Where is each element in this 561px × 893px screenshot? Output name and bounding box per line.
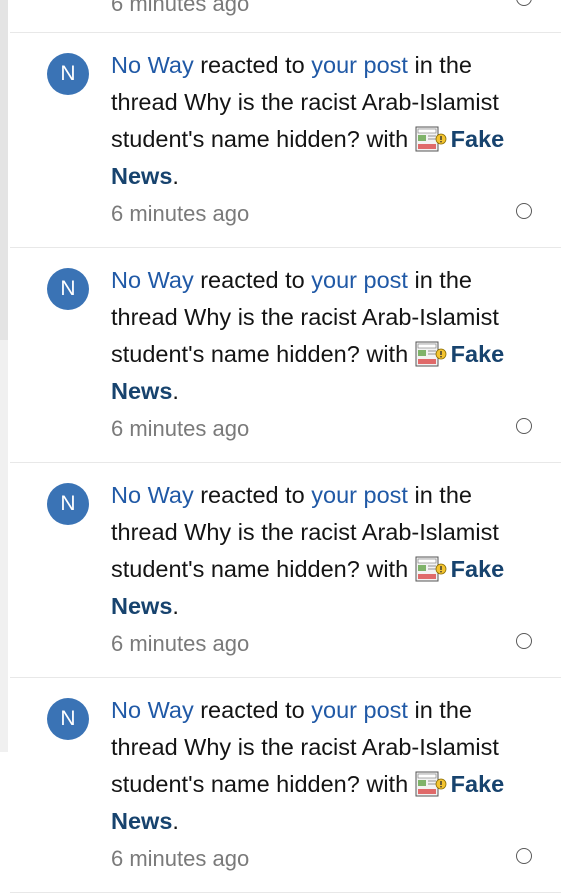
notification-item-partial[interactable]: 6 minutes ago [10,0,561,33]
fake-news-icon [415,556,447,582]
action-text: reacted to [200,697,305,723]
action-text: reacted to [200,267,305,293]
period: . [172,808,179,834]
mark-read-toggle[interactable] [516,418,532,434]
post-link[interactable]: your post [311,482,408,508]
mark-read-toggle[interactable] [516,848,532,864]
period: . [172,378,179,404]
with-text: with [366,341,409,367]
post-link[interactable]: your post [311,267,408,293]
with-text: with [366,126,409,152]
notification-item[interactable]: N No Way reacted to your post in the thr… [10,463,561,678]
notification-text: No Way reacted to your post in the threa… [111,47,531,232]
user-link[interactable]: No Way [111,267,194,293]
avatar[interactable]: N [47,483,89,525]
with-text: with [366,556,409,582]
avatar[interactable]: N [47,53,89,95]
page-edge-bar [0,0,8,340]
action-text: reacted to [200,52,305,78]
notification-text: No Way reacted to your post in the threa… [111,477,531,662]
period: . [172,163,179,189]
mark-read-toggle[interactable] [516,633,532,649]
notification-text: No Way reacted to your post in the threa… [111,262,531,447]
notification-item[interactable]: N No Way reacted to your post in the thr… [10,33,561,248]
user-link[interactable]: No Way [111,52,194,78]
fake-news-icon [415,341,447,367]
avatar[interactable]: N [47,268,89,310]
post-link[interactable]: your post [311,52,408,78]
user-link[interactable]: No Way [111,697,194,723]
action-text: reacted to [200,482,305,508]
period: . [172,593,179,619]
notification-time: 6 minutes ago [111,201,250,226]
with-text: with [366,771,409,797]
notification-text: No Way reacted to your post in the threa… [111,692,531,877]
mark-read-toggle[interactable] [516,0,532,6]
avatar[interactable]: N [47,698,89,740]
fake-news-icon [415,771,447,797]
notification-time: 6 minutes ago [111,416,250,441]
mark-read-toggle[interactable] [516,203,532,219]
page-edge-bar-lower [0,340,8,752]
notification-list: 6 minutes ago N No Way reacted to your p… [10,0,561,893]
notification-time: 6 minutes ago [111,846,250,871]
fake-news-icon [415,126,447,152]
post-link[interactable]: your post [311,697,408,723]
user-link[interactable]: No Way [111,482,194,508]
notification-item[interactable]: N No Way reacted to your post in the thr… [10,248,561,463]
notification-item[interactable]: N No Way reacted to your post in the thr… [10,678,561,893]
notification-time: 6 minutes ago [111,631,250,656]
notification-time: 6 minutes ago [111,0,250,16]
